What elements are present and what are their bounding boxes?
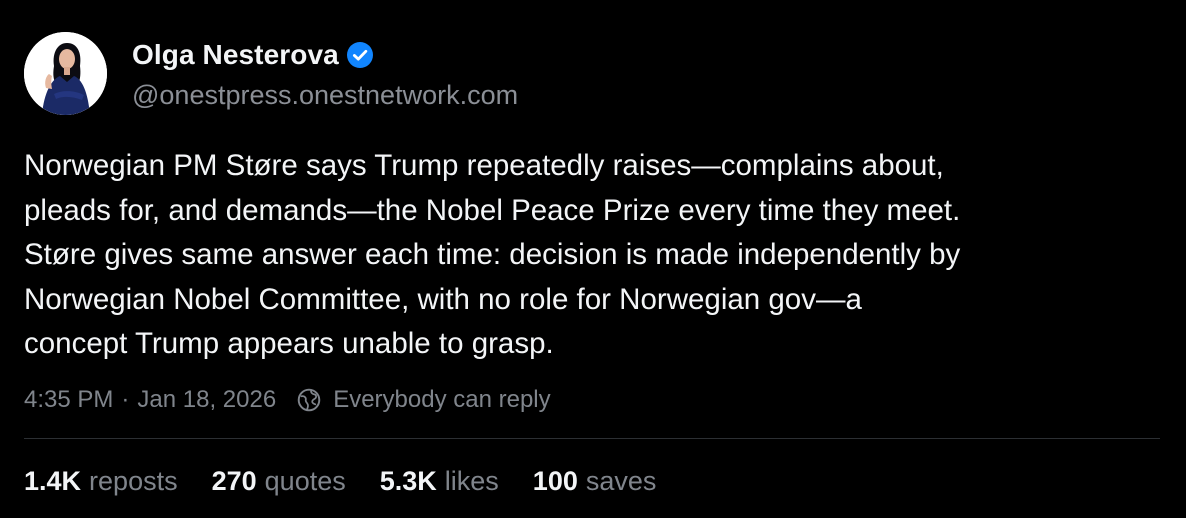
saves-count: 100 <box>532 465 578 496</box>
likes-stat[interactable]: 5.3K likes <box>380 466 499 497</box>
saves-label: saves <box>585 465 657 496</box>
person-portrait <box>24 32 107 115</box>
likes-label: likes <box>444 465 499 496</box>
author-handle[interactable]: @onestpress.onestnetwork.com <box>132 80 518 111</box>
globe-icon <box>297 388 321 412</box>
quotes-count: 270 <box>211 465 257 496</box>
quotes-stat[interactable]: 270 quotes <box>212 466 346 497</box>
post-text-line: Norwegian Nobel Committee, with no role … <box>24 282 862 316</box>
reposts-label: reposts <box>89 465 178 496</box>
saves-stat[interactable]: 100 saves <box>533 466 657 497</box>
post-text-line: Norwegian PM Støre says Trump repeatedly… <box>24 149 944 182</box>
likes-count: 5.3K <box>379 465 437 496</box>
engagement-stats: 1.4K reposts 270 quotes 5.3K likes 100 s… <box>24 462 690 500</box>
post-time[interactable]: 4:35 PM <box>24 386 113 414</box>
post-date[interactable]: Jan 18, 2026 <box>137 386 276 414</box>
post-text-line: Støre gives same answer each time: decis… <box>24 238 961 271</box>
post-text-line: pleads for, and demands—the Nobel Peace … <box>24 193 961 227</box>
divider <box>24 438 1160 439</box>
post-text-line: concept Trump appears unable to grasp. <box>24 327 554 360</box>
reply-setting[interactable]: Everybody can reply <box>333 386 550 414</box>
verified-badge-icon <box>346 42 373 68</box>
reposts-count: 1.4K <box>24 465 82 496</box>
post-meta: 4:35 PM · Jan 18, 2026 Everybody can rep… <box>24 382 551 418</box>
meta-separator: · <box>121 386 130 413</box>
author-display-name[interactable]: Olga Nesterova <box>132 39 339 71</box>
author-name-row[interactable]: Olga Nesterova <box>132 36 373 74</box>
post-text: Norwegian PM Støre says Trump repeatedly… <box>24 144 1164 367</box>
reposts-stat[interactable]: 1.4K reposts <box>24 466 178 497</box>
quotes-label: quotes <box>264 465 346 496</box>
avatar[interactable] <box>24 32 107 115</box>
